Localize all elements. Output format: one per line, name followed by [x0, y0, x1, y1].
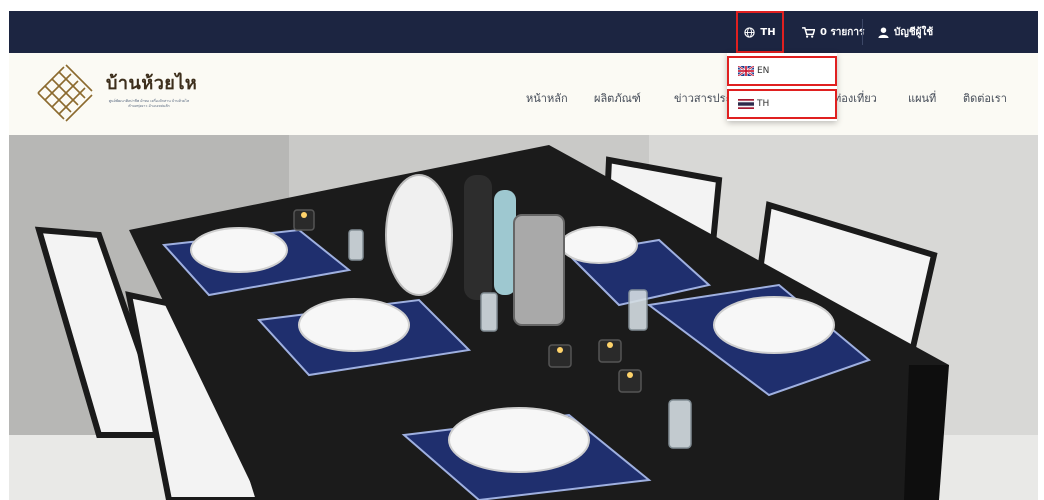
brand-logo-icon[interactable]: [34, 63, 96, 123]
nav-map[interactable]: แผนที่: [908, 89, 936, 107]
user-icon: [878, 26, 889, 38]
account-label: บัญชีผู้ใช้: [894, 26, 934, 38]
brand-name[interactable]: บ้านห้วยไห: [106, 68, 197, 97]
nav-travel[interactable]: ท่องเที่ยว: [834, 89, 877, 107]
topbar-divider: [862, 19, 863, 45]
language-option-en-label: EN: [757, 66, 770, 76]
language-switcher-button[interactable]: TH: [736, 11, 784, 53]
language-dropdown-menu: EN TH: [727, 53, 837, 121]
globe-icon: [744, 26, 756, 38]
thai-flag-icon: [738, 99, 754, 109]
cart-link[interactable]: 0 รายการ: [802, 11, 864, 53]
cart-count: 0 รายการ: [820, 26, 865, 38]
language-option-th[interactable]: TH: [727, 89, 837, 119]
uk-flag-icon: [738, 66, 754, 76]
nav-products[interactable]: ผลิตภัณฑ์: [594, 89, 641, 107]
hero-image: [9, 135, 1038, 500]
main-navbar: บ้านห้วยไห ศูนย์พัฒนาศิลปาชีพ ผ้าทอ เครื…: [9, 53, 1038, 135]
brand-tagline: ศูนย์พัฒนาศิลปาชีพ ผ้าทอ เครื่องจักสาน บ…: [108, 99, 190, 108]
nav-contact[interactable]: ติดต่อเรา: [963, 89, 1007, 107]
cart-icon: [802, 26, 815, 38]
dining-table-image: [9, 135, 1038, 500]
language-option-en[interactable]: EN: [727, 56, 837, 86]
language-label: TH: [760, 26, 776, 38]
nav-home[interactable]: หน้าหลัก: [526, 89, 568, 107]
account-link[interactable]: บัญชีผู้ใช้: [878, 11, 933, 53]
top-bar: TH 0 รายการ บัญชีผู้ใช้: [9, 11, 1038, 53]
language-option-th-label: TH: [757, 99, 770, 109]
nav-news[interactable]: ข่าวสารประ: [674, 89, 731, 107]
